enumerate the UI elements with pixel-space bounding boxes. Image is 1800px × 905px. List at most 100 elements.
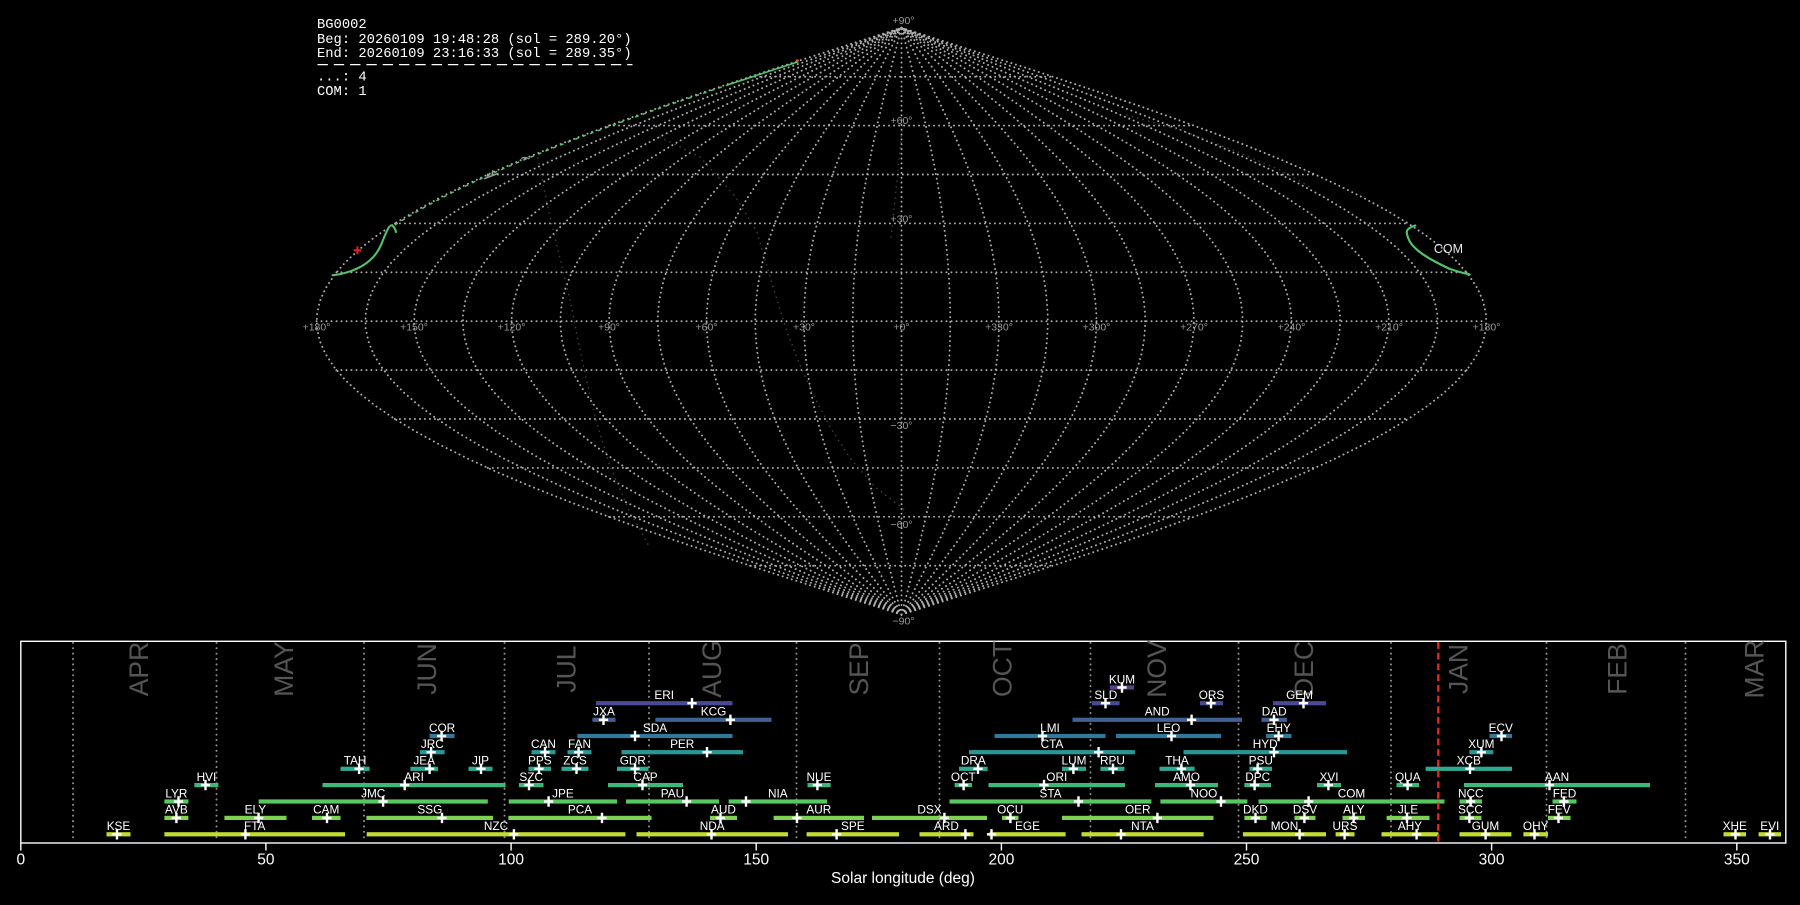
svg-text:MAR: MAR <box>1740 640 1770 699</box>
svg-text:QUA: QUA <box>1395 770 1421 784</box>
svg-text:SSG: SSG <box>417 803 442 817</box>
svg-text:ELY: ELY <box>245 803 267 817</box>
svg-text:ARD: ARD <box>934 819 959 833</box>
svg-text:MON: MON <box>1271 819 1299 833</box>
svg-text:−90°: −90° <box>892 616 914 628</box>
svg-text:SLD: SLD <box>1094 688 1117 702</box>
svg-text:NIA: NIA <box>768 786 788 800</box>
svg-text:AUG: AUG <box>697 640 727 697</box>
svg-text:NUE: NUE <box>807 770 832 784</box>
svg-text:PSU: PSU <box>1249 754 1273 768</box>
svg-text:RPU: RPU <box>1100 754 1125 768</box>
svg-text:PER: PER <box>670 737 694 751</box>
svg-text:+30°: +30° <box>793 322 815 334</box>
svg-text:+210°: +210° <box>1375 322 1403 334</box>
svg-text:DAD: DAD <box>1262 705 1287 719</box>
svg-text:LEO: LEO <box>1157 721 1181 735</box>
svg-text:COM: 1: COM: 1 <box>317 85 367 100</box>
svg-text:FAN: FAN <box>568 737 591 751</box>
svg-text:EVI: EVI <box>1760 819 1779 833</box>
svg-text:0: 0 <box>16 852 25 869</box>
svg-text:PCA: PCA <box>568 803 592 817</box>
svg-text:DSV: DSV <box>1293 803 1317 817</box>
svg-text:JUN: JUN <box>412 643 442 695</box>
svg-text:BG0002: BG0002 <box>317 18 367 33</box>
svg-text:SEP: SEP <box>844 642 874 695</box>
svg-text:ORS: ORS <box>1199 688 1225 702</box>
svg-text:NOV: NOV <box>1142 640 1172 698</box>
svg-text:JPE: JPE <box>552 786 574 800</box>
svg-text:+240°: +240° <box>1278 322 1306 334</box>
svg-text:AUR: AUR <box>806 803 831 817</box>
svg-text:NTA: NTA <box>1131 819 1154 833</box>
svg-text:+90°: +90° <box>892 15 914 27</box>
svg-text:FEB: FEB <box>1603 643 1633 695</box>
svg-text:LUM: LUM <box>1062 754 1087 768</box>
svg-text:KCG: KCG <box>701 705 727 719</box>
svg-text:AMO: AMO <box>1173 770 1200 784</box>
svg-text:GDR: GDR <box>620 754 646 768</box>
svg-text:+120°: +120° <box>498 322 526 334</box>
svg-text:EGE: EGE <box>1015 819 1040 833</box>
svg-text:COM: COM <box>1338 786 1366 800</box>
svg-text:PPS: PPS <box>528 754 552 768</box>
svg-text:SPE: SPE <box>841 819 865 833</box>
svg-text:OCT: OCT <box>951 770 976 784</box>
svg-text:JLE: JLE <box>1398 803 1418 817</box>
svg-text:ERI: ERI <box>654 688 674 702</box>
svg-text:CTA: CTA <box>1041 737 1064 751</box>
svg-text:THA: THA <box>1165 754 1189 768</box>
svg-text:+0°: +0° <box>893 322 909 334</box>
svg-text:COM: COM <box>1434 242 1463 256</box>
svg-text:GEM: GEM <box>1286 688 1313 702</box>
svg-text:ARI: ARI <box>404 770 424 784</box>
svg-text:XCB: XCB <box>1457 754 1481 768</box>
svg-text:200: 200 <box>988 852 1014 869</box>
svg-text:JIP: JIP <box>472 754 489 768</box>
svg-text:JXA: JXA <box>593 705 615 719</box>
svg-text:OCU: OCU <box>997 803 1023 817</box>
svg-text:COR: COR <box>429 721 455 735</box>
svg-text:HYD: HYD <box>1253 737 1278 751</box>
svg-text:AND: AND <box>1145 705 1170 719</box>
svg-text:100: 100 <box>498 852 524 869</box>
svg-text:+30°: +30° <box>890 214 912 226</box>
svg-text:CAM: CAM <box>313 803 339 817</box>
svg-text:JUL: JUL <box>552 645 582 692</box>
svg-text:PAU: PAU <box>661 786 684 800</box>
svg-text:+60°: +60° <box>695 322 717 334</box>
svg-text:300: 300 <box>1479 852 1505 869</box>
svg-text:STA: STA <box>1039 786 1061 800</box>
svg-text:ZCS: ZCS <box>563 754 587 768</box>
svg-text:FEV: FEV <box>1548 803 1571 817</box>
svg-text:+90°: +90° <box>598 322 620 334</box>
svg-text:GUM: GUM <box>1472 819 1500 833</box>
svg-text:+180°: +180° <box>1473 322 1501 334</box>
svg-text:+330°: +330° <box>985 322 1013 334</box>
svg-text:150: 150 <box>743 852 769 869</box>
svg-text:CAP: CAP <box>633 770 657 784</box>
svg-text:SDA: SDA <box>643 721 667 735</box>
svg-text:+150°: +150° <box>400 322 428 334</box>
svg-text:+270°: +270° <box>1180 322 1208 334</box>
svg-text:LYR: LYR <box>165 786 187 800</box>
svg-text:Beg: 20260109 19:48:28 (sol =: Beg: 20260109 19:48:28 (sol = 289.20°) <box>317 32 632 48</box>
svg-text:NCC: NCC <box>1458 786 1484 800</box>
svg-text:Solar longitude (deg): Solar longitude (deg) <box>831 870 975 887</box>
svg-text:AAN: AAN <box>1545 770 1569 784</box>
svg-text:TAH: TAH <box>344 754 367 768</box>
svg-text:DKD: DKD <box>1243 803 1268 817</box>
svg-text:250: 250 <box>1234 852 1260 869</box>
svg-text:−30°: −30° <box>890 420 912 432</box>
svg-text:ECV: ECV <box>1489 721 1513 735</box>
svg-text:MAY: MAY <box>269 641 299 697</box>
svg-text:CAN: CAN <box>531 737 556 751</box>
svg-text:...: 4: ...: 4 <box>317 71 367 86</box>
svg-text:−60°: −60° <box>890 519 912 531</box>
svg-text:JAN: JAN <box>1444 644 1474 694</box>
svg-text:OHY: OHY <box>1523 819 1549 833</box>
svg-text:EHY: EHY <box>1267 721 1291 735</box>
svg-text:+180°: +180° <box>303 322 331 334</box>
svg-text:OCT: OCT <box>988 641 1018 697</box>
svg-text:AHY: AHY <box>1398 819 1422 833</box>
